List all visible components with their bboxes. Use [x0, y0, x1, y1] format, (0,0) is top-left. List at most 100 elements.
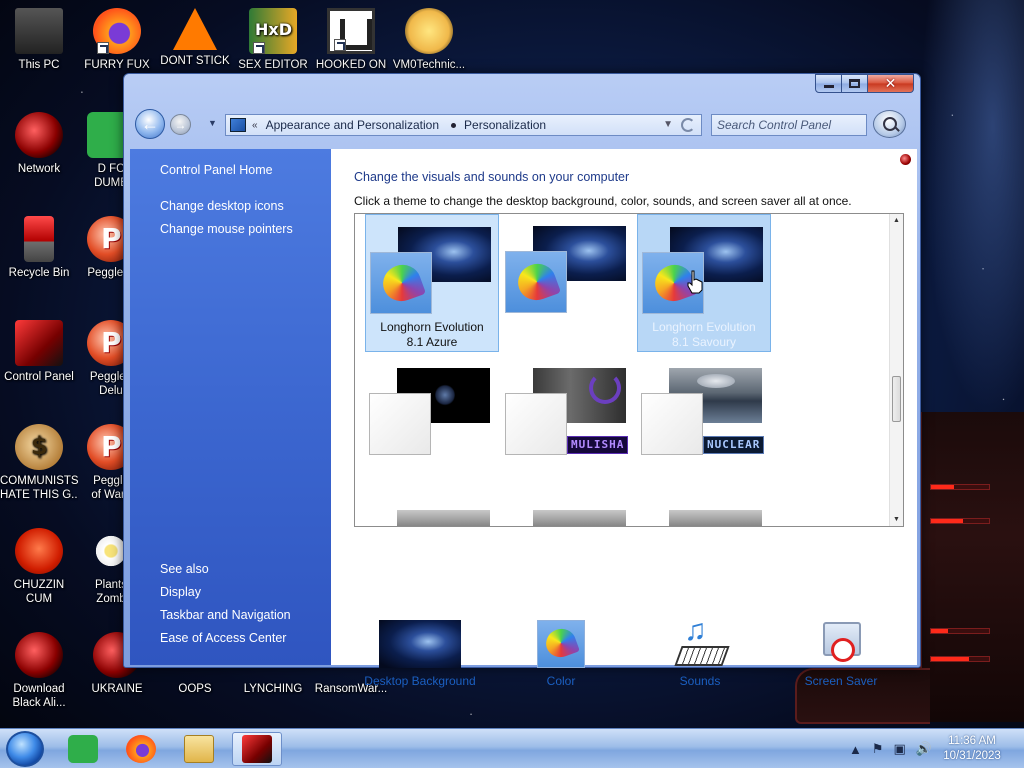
- theme-thumbnail-partial[interactable]: [397, 510, 490, 526]
- desktop-icon-network[interactable]: Network: [0, 112, 78, 176]
- desktop-icon-vm0technic[interactable]: VM0Technic...: [390, 8, 468, 72]
- desktop-icon-dont-stick[interactable]: DONT STICK: [156, 8, 234, 68]
- hxd-icon: [249, 8, 297, 54]
- theme-color-swatch: [370, 252, 432, 314]
- theme-nuclear[interactable]: NUCLEAR: [637, 356, 771, 494]
- desktop-icon-label: FURRY FUX: [84, 59, 150, 71]
- clock-date: 10/31/2023: [943, 750, 1001, 762]
- theme-list-scrollbar[interactable]: ▲ ▼: [889, 214, 903, 526]
- sidebar-link-ease-of-access[interactable]: Ease of Access Center: [160, 631, 286, 645]
- desktop-icon-hooked-on[interactable]: HOOKED ON: [312, 8, 390, 72]
- desktop-icon-label: Download: [13, 683, 65, 695]
- theme-label: Longhorn Evolution 8.1 Savoury: [638, 320, 770, 350]
- recent-pages-dropdown[interactable]: ▼: [208, 118, 217, 128]
- hooked-icon: [327, 8, 375, 54]
- sidebar-link-mouse-pointers[interactable]: Change mouse pointers: [160, 222, 293, 236]
- desktop-background-option[interactable]: Desktop Background: [361, 620, 479, 688]
- search-input[interactable]: Search Control Panel: [711, 114, 867, 136]
- navigation-bar: ← → ▼ « Appearance and Personalization P…: [124, 104, 920, 144]
- personalization-window[interactable]: ✕ ← → ▼ « Appearance and Personalization…: [123, 73, 921, 688]
- theme-thumbnail-partial[interactable]: [669, 510, 762, 526]
- vlc-icon: [173, 8, 217, 50]
- action-center-flag-icon[interactable]: ⚑: [872, 741, 884, 757]
- back-button[interactable]: ←: [135, 109, 165, 139]
- theme-mulisha[interactable]: MULISHA: [501, 356, 635, 494]
- desktop-icon-control-panel[interactable]: Control Panel: [0, 320, 78, 384]
- main-content: Change the visuals and sounds on your co…: [331, 149, 917, 688]
- theme-list[interactable]: Longhorn Evolution 8.1 Azure Longhorn Ev…: [354, 213, 904, 527]
- network-icon[interactable]: ▣: [894, 741, 906, 757]
- network-icon: [15, 632, 63, 678]
- taskbar-app-green[interactable]: [58, 732, 108, 766]
- sounds-icon: [676, 614, 724, 668]
- taskbar-control-panel[interactable]: [232, 732, 282, 766]
- scrollbar-thumb[interactable]: [892, 376, 901, 422]
- address-bar[interactable]: « Appearance and Personalization Persona…: [225, 114, 702, 136]
- maximize-button[interactable]: [842, 74, 868, 93]
- desktop-icon-this-pc[interactable]: This PC: [0, 8, 78, 72]
- system-tray: ▲ ⚑ ▣ 🔊: [849, 741, 932, 757]
- show-hidden-icons-icon[interactable]: ▲: [849, 742, 862, 757]
- sidebar-link-display[interactable]: Display: [160, 585, 201, 599]
- help-icon[interactable]: [900, 154, 911, 165]
- shortcut-arrow-icon: [334, 39, 346, 51]
- theme-name: Longhorn Evolution: [380, 320, 484, 334]
- desktop-icon-chuzzin[interactable]: CHUZZIN CUM: [0, 528, 78, 606]
- shortcut-arrow-icon: [253, 42, 265, 54]
- desktop-icon-label: Network: [17, 163, 61, 175]
- refresh-icon[interactable]: [681, 118, 695, 132]
- clock-time: 11:36 AM: [948, 735, 996, 747]
- search-icon[interactable]: [873, 110, 906, 138]
- theme-dark[interactable]: [365, 356, 499, 494]
- taskbar-firefox[interactable]: [116, 732, 166, 766]
- hand-cursor-icon: [687, 270, 703, 294]
- screen-saver-option[interactable]: Screen Saver: [791, 620, 891, 688]
- desktop-icon-download[interactable]: Download Black Ali...: [0, 632, 78, 710]
- gadget-meter: [930, 518, 990, 524]
- screen-saver-icon: [817, 620, 865, 668]
- color-label: Color: [546, 674, 576, 688]
- forward-button[interactable]: →: [170, 114, 191, 135]
- theme-longhorn-savoury[interactable]: Longhorn Evolution 8.1 Savoury: [637, 214, 771, 352]
- desktop-icon-label: OOPS: [178, 683, 212, 695]
- minimize-button[interactable]: [815, 74, 842, 93]
- theme-longhorn-azure[interactable]: Longhorn Evolution 8.1 Azure: [365, 214, 499, 352]
- desktop-background-icon: [379, 620, 461, 668]
- desktop-icon-communists[interactable]: COMMUNISTS HATE THIS G...: [0, 424, 78, 502]
- theme-thumbnail-partial[interactable]: [533, 510, 626, 526]
- sidebar-link-desktop-icons[interactable]: Change desktop icons: [160, 199, 284, 213]
- desktop-icon-label: Recycle Bin: [8, 267, 70, 279]
- color-option[interactable]: Color: [521, 620, 601, 688]
- theme-unnamed-blue[interactable]: [501, 214, 635, 352]
- chuzzle-icon: [15, 528, 63, 574]
- clock[interactable]: 11:36 AM 10/31/2023: [932, 734, 1012, 764]
- minimize-icon: [823, 85, 834, 88]
- theme-logo-badge: MULISHA: [567, 436, 629, 454]
- breadcrumb-personalization[interactable]: Personalization: [464, 118, 546, 132]
- start-button[interactable]: [6, 731, 44, 767]
- desktop-icon-recycle-bin[interactable]: Recycle Bin: [0, 216, 78, 280]
- system-monitor-gadget[interactable]: [920, 412, 1024, 722]
- volume-icon[interactable]: 🔊: [916, 741, 932, 757]
- desktop-icon-furry-fux[interactable]: FURRY FUX: [78, 8, 156, 72]
- sidebar-link-taskbar[interactable]: Taskbar and Navigation: [160, 608, 291, 622]
- sounds-option[interactable]: Sounds: [660, 614, 740, 688]
- sidebar-link-control-panel-home[interactable]: Control Panel Home: [160, 163, 273, 177]
- breadcrumb-appearance[interactable]: Appearance and Personalization: [266, 118, 439, 132]
- theme-variant: 8.1 Savoury: [671, 335, 737, 349]
- taskbar-file-explorer[interactable]: [174, 732, 224, 766]
- scroll-up-arrow-icon[interactable]: ▲: [890, 214, 903, 227]
- taskbar: ▲ ⚑ ▣ 🔊 11:36 AM 10/31/2023: [0, 728, 1024, 768]
- desktop-background-label: Desktop Background: [364, 674, 476, 688]
- desktop-icon-label: SEX EDITOR: [238, 59, 308, 71]
- scroll-down-arrow-icon[interactable]: ▼: [890, 513, 903, 526]
- network-icon: [15, 112, 63, 158]
- money-bag-icon: [15, 424, 63, 470]
- forward-arrow-icon: →: [174, 117, 187, 132]
- address-overflow-chevron[interactable]: «: [252, 120, 258, 131]
- breadcrumb-separator-icon[interactable]: [451, 122, 457, 128]
- address-dropdown-icon[interactable]: ▼: [663, 119, 673, 130]
- desktop-icon-label: Black Ali...: [12, 697, 66, 709]
- desktop-icon-sex-editor[interactable]: SEX EDITOR: [234, 8, 312, 72]
- close-button[interactable]: ✕: [868, 74, 914, 93]
